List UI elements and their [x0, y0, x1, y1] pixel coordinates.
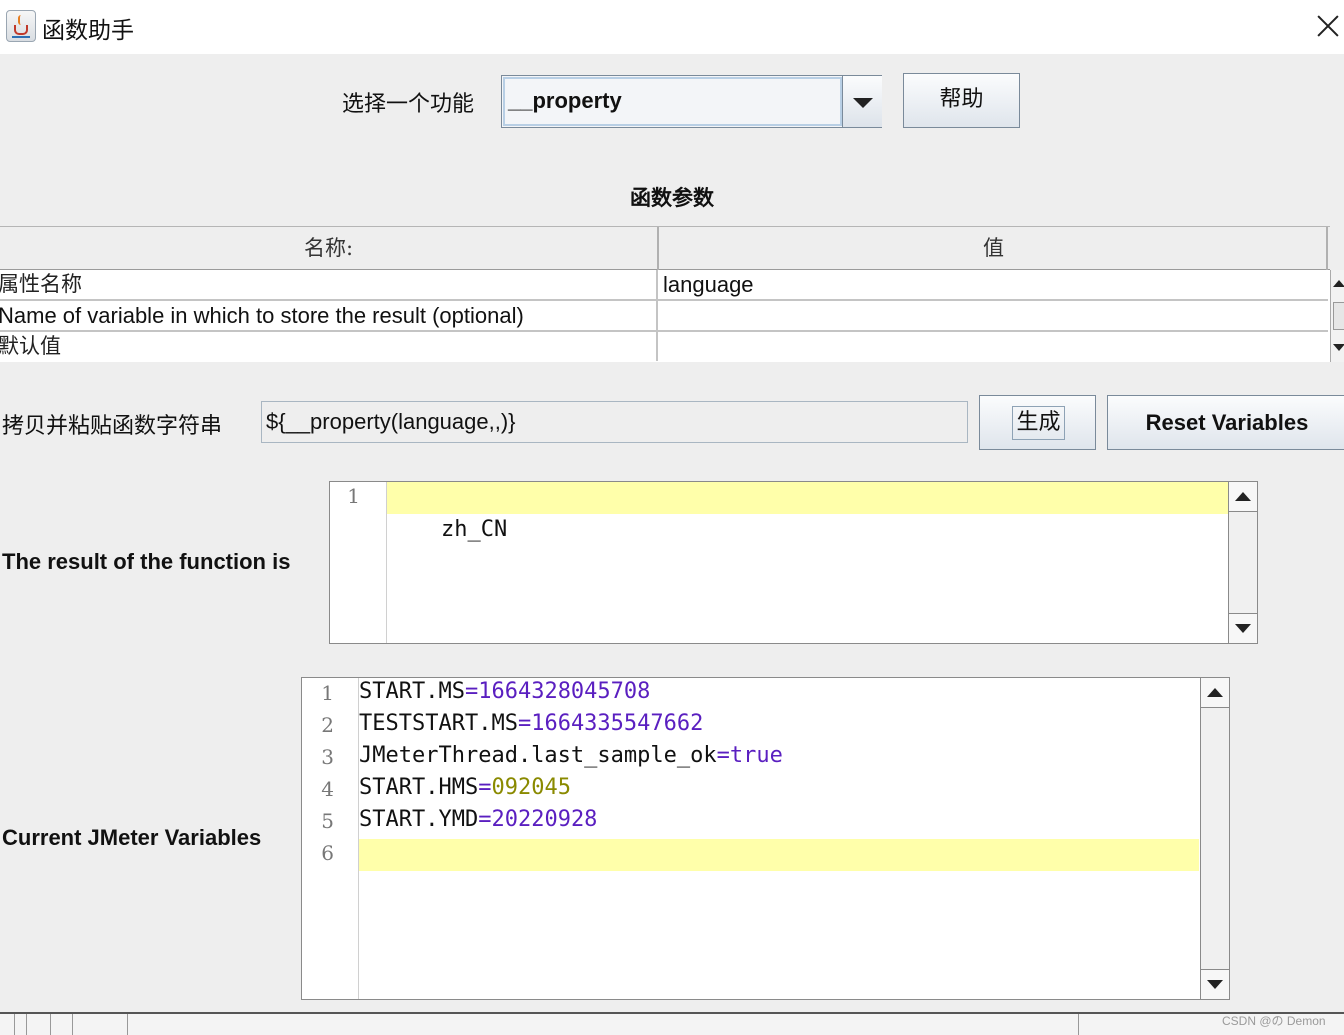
params-table-header: 名称: 值 — [0, 226, 1330, 270]
params-heading: 函数参数 — [630, 185, 714, 210]
code-line[interactable]: zh_CN — [387, 482, 1228, 542]
line-number: 5 — [321, 809, 334, 833]
variable-value: 20220928 — [491, 807, 598, 832]
function-select-value: __property — [508, 88, 622, 113]
copy-string-label: 拷贝并粘贴函数字符串 — [2, 414, 223, 439]
code-line[interactable]: JMeterThread.last_sample_ok=true — [359, 740, 783, 772]
param-value-cell[interactable] — [663, 301, 1328, 330]
java-cup-icon — [6, 10, 36, 42]
result-value: zh_CN — [440, 517, 508, 542]
table-row[interactable]: Name of variable in which to store the r… — [0, 301, 1328, 332]
scroll-down-icon[interactable] — [1201, 969, 1229, 999]
line-number: 4 — [321, 777, 334, 801]
variable-key: JMeterThread.last_sample_ok — [359, 743, 717, 768]
line-number-gutter: 1 2 3 4 5 6 — [302, 678, 359, 999]
code-line[interactable]: START.MS=1664328045708 — [359, 678, 651, 708]
generate-button[interactable]: 生成 — [979, 395, 1096, 450]
equals-sign: = — [464, 679, 479, 704]
scroll-up-icon[interactable] — [1201, 678, 1229, 708]
scroll-up-icon[interactable] — [1333, 280, 1344, 287]
line-number-gutter: 1 — [330, 482, 387, 643]
equals-sign: = — [478, 807, 492, 832]
code-line[interactable]: TESTSTART.MS=1664335547662 — [359, 708, 703, 740]
watermark: CSDN @の Demon — [1222, 1014, 1326, 1028]
close-icon[interactable] — [1314, 12, 1342, 40]
line-number: 2 — [321, 713, 334, 737]
help-button[interactable]: 帮助 — [903, 73, 1020, 128]
column-header-name[interactable]: 名称: — [0, 227, 659, 270]
result-text-area[interactable]: 1 zh_CN — [329, 481, 1258, 644]
column-header-value[interactable]: 值 — [661, 227, 1328, 270]
scroll-down-icon[interactable] — [1333, 344, 1344, 351]
scroll-thumb[interactable] — [1333, 302, 1344, 330]
result-label: The result of the function is — [2, 549, 291, 574]
equals-sign: = — [517, 711, 532, 736]
equals-sign: = — [716, 743, 730, 768]
variable-key: TESTSTART.MS — [359, 711, 518, 736]
chevron-down-icon[interactable] — [842, 76, 882, 127]
variables-scrollbar[interactable] — [1200, 678, 1229, 999]
variable-key: START.HMS — [359, 775, 479, 800]
result-scrollbar[interactable] — [1228, 482, 1257, 643]
variable-value: 1664335547662 — [531, 711, 704, 736]
line-number: 1 — [347, 484, 360, 508]
background-window-edge — [0, 1012, 1344, 1035]
variable-key: START.MS — [359, 679, 465, 704]
param-name-cell[interactable]: Name of variable in which to store the r… — [0, 301, 658, 330]
param-value-cell[interactable]: language — [663, 270, 1328, 299]
generate-button-label: 生成 — [1012, 406, 1065, 440]
title-bar — [0, 0, 1344, 54]
code-line[interactable]: START.HMS=092045 — [359, 772, 571, 804]
window-title: 函数助手 — [42, 18, 134, 44]
variable-value: true — [729, 743, 783, 768]
code-line[interactable] — [359, 839, 1199, 871]
code-line[interactable]: START.YMD=20220928 — [359, 804, 597, 836]
reset-variables-button[interactable]: Reset Variables — [1107, 395, 1344, 450]
variable-value: 1664328045708 — [478, 679, 651, 704]
param-name-cell[interactable]: 默认值 — [0, 332, 658, 361]
line-number: 1 — [321, 681, 334, 705]
equals-sign: = — [478, 775, 492, 800]
param-value-cell[interactable] — [663, 332, 1328, 361]
param-name-cell[interactable]: 属性名称 — [0, 270, 658, 299]
line-number: 3 — [321, 745, 334, 769]
variables-text-area[interactable]: 1 2 3 4 5 6 START.MS=1664328045708 TESTS… — [301, 677, 1230, 1000]
table-row[interactable]: 属性名称 language — [0, 270, 1328, 301]
variables-label: Current JMeter Variables — [2, 825, 262, 850]
variable-value: 092045 — [491, 775, 571, 800]
table-row[interactable]: 默认值 — [0, 332, 1328, 362]
params-scrollbar[interactable] — [1330, 270, 1344, 362]
scroll-down-icon[interactable] — [1229, 613, 1257, 643]
function-select[interactable]: __property — [501, 75, 882, 128]
scroll-up-icon[interactable] — [1229, 482, 1257, 512]
variable-key: START.YMD — [359, 807, 479, 832]
params-table: 属性名称 language Name of variable in which … — [0, 270, 1330, 362]
line-number: 6 — [321, 841, 334, 865]
select-function-label: 选择一个功能 — [342, 92, 475, 117]
function-string-field[interactable]: ${__property(language,,)} — [261, 401, 968, 443]
